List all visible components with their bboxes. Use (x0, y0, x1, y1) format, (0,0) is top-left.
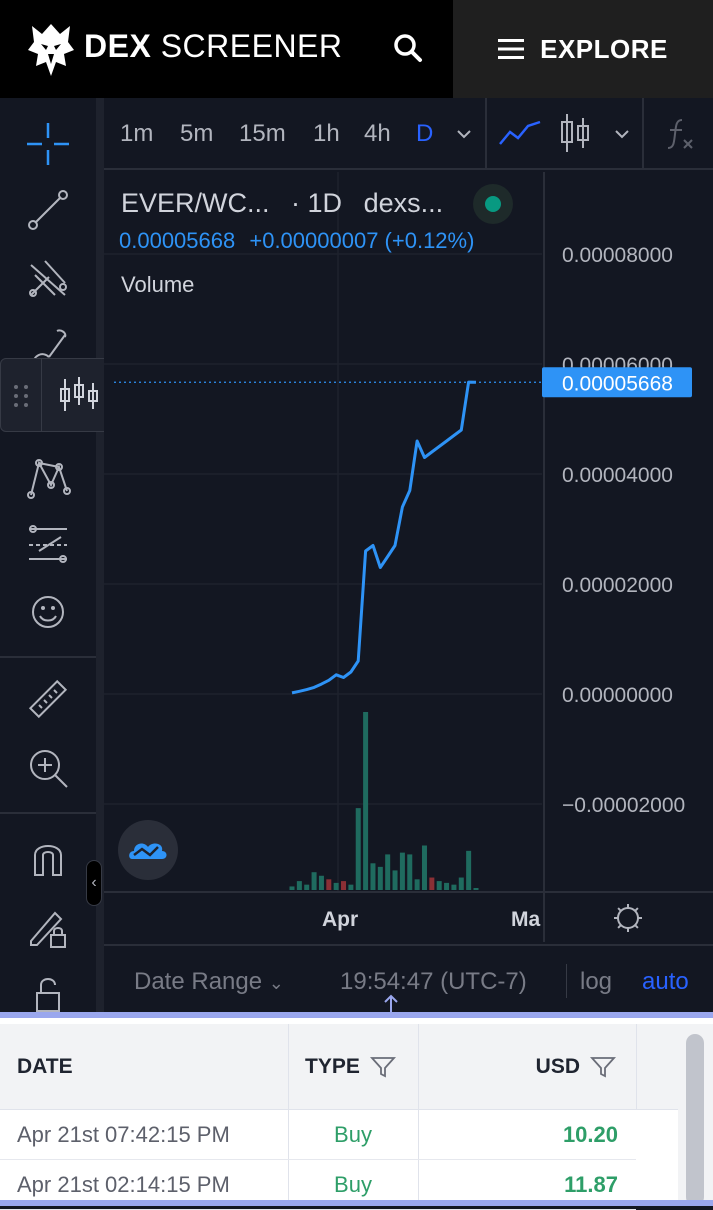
timeframe-5m[interactable]: 5m (180, 120, 213, 148)
collapse-toolbar-handle[interactable]: ‹ (86, 860, 102, 906)
candlestick-icon[interactable] (558, 112, 592, 154)
column-date[interactable]: DATE (0, 1024, 288, 1110)
explore-label: EXPLORE (540, 33, 668, 64)
y-tick-label: −0.00002000 (562, 794, 685, 817)
price-line-series (291, 380, 477, 695)
pattern-icon[interactable] (24, 454, 72, 502)
volume-bar (429, 877, 435, 890)
market-status-icon[interactable] (473, 184, 513, 224)
timeframe-1m[interactable]: 1m (120, 120, 153, 148)
volume-bar (421, 845, 427, 890)
volume-bar (363, 712, 369, 890)
trend-line-icon[interactable] (24, 186, 72, 234)
volume-bar (326, 879, 332, 890)
trade-usd: 10.20 (418, 1110, 636, 1160)
explore-button[interactable]: EXPLORE (453, 0, 713, 98)
chevron-down-icon[interactable] (614, 126, 630, 142)
volume-bar (318, 875, 324, 890)
symbol-legend[interactable]: EVER/WC... · 1D dexs... (121, 188, 443, 219)
volume-bar (370, 863, 376, 890)
volume-bar (444, 882, 450, 890)
indicator-settings-icon[interactable] (55, 375, 101, 415)
volume-bar (348, 884, 354, 890)
volume-bar (399, 852, 405, 890)
trade-type: Buy (288, 1110, 418, 1160)
zoom-in-icon[interactable] (24, 744, 72, 792)
date-range-button[interactable]: Date Range ⌄ (134, 968, 284, 996)
ruler-icon[interactable] (24, 676, 72, 724)
interval-label: · 1D (291, 188, 343, 218)
y-tick-label: 0.00008000 (562, 244, 673, 267)
floating-drawing-toolbar (0, 358, 113, 432)
volume-bar (385, 854, 391, 890)
price-chart[interactable]: 0.00008000 0.00006000 0.00004000 0.00002000… (104, 172, 713, 942)
indicators-fx-icon[interactable] (664, 116, 696, 152)
timeframe-d[interactable]: D (416, 120, 433, 148)
volume-bar (296, 881, 302, 890)
drawing-toolbar: ‹ (0, 98, 104, 1014)
volume-bar (304, 884, 310, 890)
lock-drawing-icon[interactable] (24, 904, 72, 952)
tradingview-logo-icon[interactable] (118, 820, 178, 880)
crosshair-icon[interactable] (24, 120, 72, 168)
volume-bar (458, 877, 464, 890)
timeframe-4h[interactable]: 4h (364, 120, 391, 148)
y-tick-label: 0.00000000 (562, 684, 673, 707)
filter-icon[interactable] (369, 1055, 396, 1079)
x-tick-label: Apr (322, 908, 358, 931)
volume-bar (473, 888, 479, 890)
line-chart-icon[interactable] (498, 116, 542, 150)
volume-bar (436, 881, 442, 890)
clock-time[interactable]: 19:54:47 (UTC-7) (340, 968, 527, 996)
volume-bar (341, 881, 347, 890)
volume-bar (392, 870, 398, 890)
volume-bar (311, 872, 317, 890)
lock-icon[interactable] (24, 970, 72, 1018)
volume-bar (355, 808, 361, 890)
log-scale-toggle[interactable]: log (580, 968, 612, 996)
volume-bar (407, 854, 413, 890)
price-change: +0.00000007 (+0.12%) (249, 228, 475, 253)
volume-bar (466, 850, 472, 890)
magnet-icon[interactable] (24, 834, 72, 882)
y-tick-label: 0.00004000 (562, 464, 673, 487)
price-tag-label: 0.00005668 (562, 372, 673, 395)
volume-bar (289, 886, 295, 890)
filter-icon[interactable] (590, 1055, 616, 1079)
last-price: 0.00005668 (119, 228, 236, 253)
volume-legend[interactable]: Volume (121, 272, 194, 298)
search-icon[interactable] (388, 28, 428, 68)
timeframe-1h[interactable]: 1h (313, 120, 340, 148)
auto-scale-toggle[interactable]: auto (642, 968, 689, 996)
top-bar: DEX SCREENER EXPLORE (0, 0, 713, 98)
eagle-logo-icon[interactable] (26, 20, 76, 78)
volume-bar (333, 882, 339, 890)
price-legend: 0.00005668 +0.00000007 (+0.12%) (119, 228, 474, 254)
trades-table: DATE TYPE USD Apr 21st 07:42:15 PM Buy 1… (0, 1012, 713, 1210)
brand-name[interactable]: DEX SCREENER (84, 28, 343, 65)
chart-bottom-bar: Date Range ⌄ 19:54:47 (UTC-7) log auto (104, 944, 713, 1034)
prediction-icon[interactable] (24, 520, 72, 568)
volume-bar (377, 866, 383, 890)
drag-handle-icon[interactable] (9, 381, 33, 411)
menu-icon (498, 39, 525, 59)
column-type[interactable]: TYPE (288, 1024, 418, 1110)
chart-settings-icon[interactable] (614, 904, 642, 932)
timeframe-15m[interactable]: 15m (239, 120, 286, 148)
column-usd[interactable]: USD (418, 1024, 636, 1110)
timeframe-bar: 1m 5m 15m 1h 4h D (104, 98, 713, 170)
emoji-icon[interactable] (24, 588, 72, 636)
chevron-down-icon[interactable] (456, 126, 472, 142)
chart-canvas[interactable]: 0.000080000.000060000.000040000.00002000… (104, 172, 713, 942)
table-scrollbar[interactable] (686, 1034, 704, 1206)
volume-bar (451, 884, 457, 890)
trade-date: Apr 21st 07:42:15 PM (0, 1110, 288, 1160)
pitchfork-icon[interactable] (24, 254, 72, 302)
symbol-name: EVER/WC... (121, 188, 270, 218)
volume-bar (414, 879, 420, 890)
x-tick-label: Ma (511, 908, 540, 931)
y-tick-label: 0.00002000 (562, 574, 673, 597)
source-label: dexs... (363, 188, 444, 218)
